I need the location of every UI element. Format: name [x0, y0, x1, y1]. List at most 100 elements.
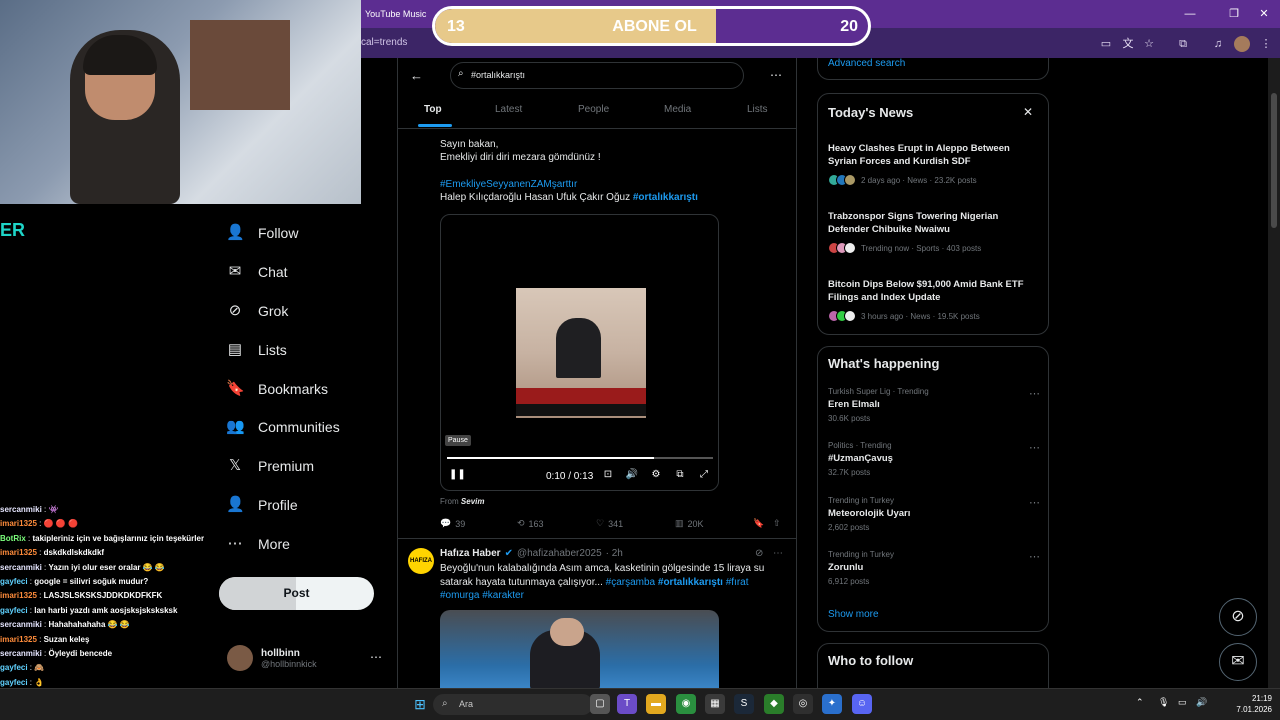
trend-item[interactable]: Trending in Turkey Zorunlu 6,912 posts ⋯ — [828, 550, 1040, 586]
tweet-author[interactable]: Hafıza Haber — [440, 548, 501, 559]
hashtag-link[interactable]: #ortalıkkarıştı — [658, 577, 723, 588]
tab-lists[interactable]: Lists — [747, 104, 768, 115]
picture-in-picture-icon[interactable]: ⧉ — [673, 469, 687, 483]
chat-username[interactable]: BotRix — [0, 534, 26, 543]
post-button[interactable]: Post — [219, 577, 374, 610]
nav-item-more[interactable]: ⋯ More — [226, 531, 290, 557]
task-view-icon[interactable]: ▢ — [590, 694, 610, 714]
scrollbar-thumb[interactable] — [1271, 93, 1277, 228]
nav-item-follow[interactable]: 👤 Follow — [226, 220, 298, 246]
search-input[interactable]: ⌕ #ortalıkkarıştı — [450, 62, 744, 89]
account-switcher[interactable]: hollbinn @hollbinnkick — [227, 645, 317, 671]
nav-item-communities[interactable]: 👥 Communities — [226, 414, 340, 440]
tweet-more-icon[interactable]: ⋯ — [773, 548, 783, 559]
grok-fab-icon[interactable]: ⊘ — [1219, 598, 1257, 636]
steam-icon[interactable]: S — [734, 694, 754, 714]
media-controls-icon[interactable]: ♫ — [1210, 36, 1226, 52]
tab-media[interactable]: Media — [664, 104, 691, 115]
chat-username[interactable]: imari1325 — [0, 635, 37, 644]
tab-top[interactable]: Top — [424, 104, 442, 115]
reply-button[interactable]: 💬 39 — [440, 518, 465, 529]
news-item[interactable]: Trabzonspor Signs Towering Nigerian Defe… — [828, 210, 1028, 254]
trend-item[interactable]: Turkish Super Lig · Trending Eren Elmalı 3… — [828, 387, 1040, 423]
nav-item-grok[interactable]: ⊘ Grok — [226, 298, 289, 324]
avatar[interactable]: HAFIZA — [408, 548, 434, 574]
file-explorer-icon[interactable]: ▬ — [646, 694, 666, 714]
settings-gear-icon[interactable]: ⚙ — [649, 469, 663, 483]
trend-more-icon[interactable]: ⋯ — [1029, 496, 1040, 509]
discord-icon[interactable]: ☺ — [852, 694, 872, 714]
chrome-icon[interactable]: ◉ — [676, 694, 696, 714]
bookmark-star-icon[interactable]: ☆ — [1141, 36, 1157, 52]
trend-more-icon[interactable]: ⋯ — [1029, 550, 1040, 563]
minimize-icon[interactable]: — — [1182, 6, 1198, 22]
close-icon[interactable]: ✕ — [1023, 105, 1033, 119]
advanced-search-link[interactable]: Advanced search — [828, 58, 905, 69]
teams-icon[interactable]: T — [617, 694, 637, 714]
microphone-icon[interactable]: 🎙 — [1158, 697, 1169, 708]
browser-tab-title[interactable]: YouTube Music — [365, 9, 426, 19]
close-window-icon[interactable]: ✕ — [1256, 6, 1272, 22]
page-scrollbar[interactable] — [1268, 58, 1280, 688]
grok-analyze-icon[interactable]: ⊘ — [755, 548, 763, 559]
taskbar-clock[interactable]: 21:19 7.01.2026 — [1224, 693, 1272, 715]
chat-username[interactable]: sercanmiki — [0, 649, 42, 658]
profile-avatar-icon[interactable] — [1234, 36, 1250, 52]
chat-username[interactable]: gayfeci — [0, 577, 28, 586]
chat-username[interactable]: gayfeci — [0, 606, 28, 615]
captions-icon[interactable]: ⊡ — [601, 469, 615, 483]
hashtag-link[interactable]: #fırat — [726, 577, 749, 588]
extensions-icon[interactable]: ⧉ — [1175, 36, 1191, 52]
nav-item-bookmarks[interactable]: 🔖 Bookmarks — [226, 376, 328, 402]
views-button[interactable]: ▥ 20K — [675, 518, 704, 529]
nav-item-profile[interactable]: 👤 Profile — [226, 492, 298, 518]
hashtag-link[interactable]: #EmekliyeSeyyanenZAMşarttır — [440, 178, 577, 192]
tab-people[interactable]: People — [578, 104, 609, 115]
like-button[interactable]: ♡ 341 — [596, 518, 623, 529]
back-arrow-icon[interactable]: ← — [410, 68, 423, 83]
show-more-link[interactable]: Show more — [828, 609, 879, 620]
messages-fab-icon[interactable]: ✉ — [1219, 643, 1257, 681]
repost-button[interactable]: ⟲ 163 — [517, 518, 544, 529]
trend-more-icon[interactable]: ⋯ — [1029, 441, 1040, 454]
hashtag-link[interactable]: #ortalıkkarıştı — [633, 192, 698, 203]
volume-icon[interactable]: 🔊 — [625, 469, 639, 483]
trend-item[interactable]: Trending in Turkey Meteorolojik Uyarı 2,60… — [828, 496, 1040, 532]
nav-item-premium[interactable]: 𝕏 Premium — [226, 453, 314, 479]
chat-username[interactable]: imari1325 — [0, 591, 37, 600]
chat-username[interactable]: imari1325 — [0, 519, 37, 528]
chat-username[interactable]: sercanmiki — [0, 505, 42, 514]
nav-item-chat[interactable]: ✉ Chat — [226, 259, 288, 285]
chat-username[interactable]: imari1325 — [0, 548, 37, 557]
fullscreen-icon[interactable]: ⤢ — [697, 469, 711, 483]
news-item[interactable]: Bitcoin Dips Below $91,000 Amid Bank ETF… — [828, 278, 1028, 322]
obs-icon[interactable]: ◎ — [793, 694, 813, 714]
tab-latest[interactable]: Latest — [495, 104, 522, 115]
kebab-menu-icon[interactable]: ⋮ — [1258, 36, 1274, 52]
app-icon[interactable]: ✦ — [822, 694, 842, 714]
chat-username[interactable]: gayfeci — [0, 678, 28, 687]
chat-username[interactable]: sercanmiki — [0, 620, 42, 629]
tray-chevron-icon[interactable]: ⌃ — [1136, 697, 1144, 708]
tweet-handle[interactable]: @hafizahaber2025 — [517, 548, 602, 559]
trend-more-icon[interactable]: ⋯ — [1029, 387, 1040, 400]
account-more-icon[interactable]: ⋯ — [370, 650, 382, 664]
from-source[interactable]: Sevim — [461, 497, 485, 506]
trend-item[interactable]: Politics · Trending #UzmanÇavuş 32.7K post… — [828, 441, 1040, 477]
taskbar-search-input[interactable]: ⌕ Ara — [433, 694, 593, 715]
volume-tray-icon[interactable]: 🔊 — [1196, 697, 1207, 708]
url-text[interactable]: cal=trends — [361, 37, 407, 48]
hashtag-links[interactable]: #omurga #karakter — [440, 589, 524, 603]
windows-start-icon[interactable]: ⊞ — [410, 694, 430, 714]
tweet-time[interactable]: · 2h — [606, 548, 623, 559]
chat-username[interactable]: sercanmiki — [0, 563, 42, 572]
translate-icon[interactable]: 文 — [1120, 36, 1136, 52]
store-icon[interactable]: ▦ — [705, 694, 725, 714]
tweet-image[interactable] — [440, 610, 719, 690]
video-progress-bar[interactable] — [447, 457, 713, 459]
pause-icon[interactable]: ❚❚ — [449, 469, 466, 483]
chat-username[interactable]: gayfeci — [0, 663, 28, 672]
cast-icon[interactable]: ▭ — [1098, 36, 1114, 52]
nav-item-lists[interactable]: ▤ Lists — [226, 337, 287, 363]
bookmark-tweet-icon[interactable]: 🔖 — [753, 518, 764, 529]
